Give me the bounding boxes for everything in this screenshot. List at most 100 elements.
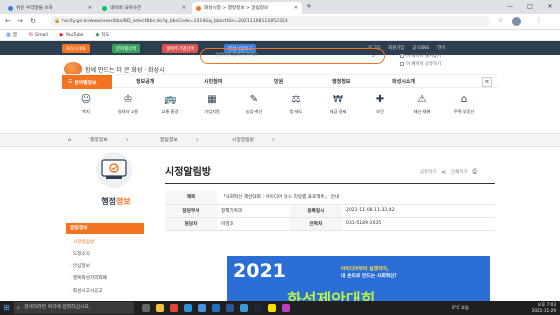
share-icon[interactable]: ⋖ — [441, 169, 446, 176]
sns-link[interactable]: 공식SNS — [412, 45, 429, 51]
store-icon[interactable] — [198, 304, 206, 312]
menu-item-info-open[interactable]: 정보공개 — [136, 75, 154, 89]
quick-link-traffic[interactable]: 🚌 교통·환경 — [150, 94, 190, 115]
site-search-input[interactable]: 검색어를 입력해 주세요 — [200, 48, 385, 64]
photo-icon[interactable] — [282, 304, 290, 312]
mail-icon[interactable] — [212, 304, 220, 312]
menu-item-about[interactable]: 화성시소개 — [392, 75, 415, 89]
close-icon[interactable]: ✕ — [88, 5, 92, 11]
site-link-button[interactable]: 생애주기별선택 — [162, 44, 199, 53]
all-menu-icon[interactable]: ≡ — [482, 77, 492, 87]
browser-tab[interactable]: 네이버 국어사전 ✕ — [98, 2, 190, 14]
tab-title: 화성시청 > 행정정보 > 알림정보 — [204, 6, 269, 11]
forward-icon[interactable]: → — [17, 17, 23, 25]
chevron-down-icon[interactable]: ▾ — [272, 134, 274, 148]
home-icon[interactable]: ⌂ — [68, 134, 71, 148]
tab-favicon-icon — [8, 5, 13, 11]
quick-link-tax[interactable]: ₩ 세금·경제 — [318, 94, 358, 115]
row-value: 이영호 — [217, 217, 290, 231]
close-window-button[interactable]: ✕ — [540, 0, 560, 14]
page-tools: 공유하기 ⋖ 인쇄하기 ⎙ — [420, 168, 477, 176]
new-tab-icon[interactable]: + — [306, 2, 312, 10]
reload-icon[interactable]: ↻ — [30, 17, 36, 25]
browser-tab-active[interactable]: 화성시청 > 행정정보 > 알림정보 ✕ — [192, 2, 302, 14]
language-link[interactable]: 언어 — [437, 45, 445, 51]
menu-item-civil[interactable]: 민원 — [274, 75, 283, 89]
row-value: 031-5189-2035 — [341, 217, 495, 231]
bookmarks-bar: ▦ 앱 ✉ Gmail ▶ YouTube ◆ 지도 — [0, 30, 560, 41]
browser-tab[interactable]: 쉬운 우리말을 쓰자 ✕ — [4, 2, 96, 14]
breadcrumb-item[interactable]: 행정정보 — [90, 134, 108, 148]
site-link-button[interactable]: 화성시대표 — [62, 44, 91, 53]
bookmark-item[interactable]: ▦ 앱 — [6, 32, 17, 38]
check-label: 이 페이지 즐겨찾기 — [406, 54, 442, 59]
chevron-down-icon[interactable]: ▾ — [126, 134, 128, 148]
quick-label: 일자리·고용 — [117, 109, 139, 114]
star-icon[interactable]: ☆ — [498, 17, 503, 24]
quick-link-welfare[interactable]: ☺ 복지 — [66, 94, 106, 115]
maximize-button[interactable]: □ — [520, 0, 540, 14]
quick-link-law[interactable]: ⚖ 법·제도 — [276, 94, 316, 115]
taskbar-search-input[interactable]: ⌕ 검색하려면 여기에 입력하십시오. — [14, 302, 134, 314]
quick-link-disaster[interactable]: ⚠ 재난·재해 — [402, 94, 442, 115]
apps-icon: ▦ — [6, 32, 11, 38]
steam-icon[interactable] — [254, 304, 262, 312]
table-row: 담당부서 정책기획과 등록일시 2021-11-08 11:32:42 — [165, 204, 495, 218]
menu-item-participation[interactable]: 시민참여 — [204, 75, 222, 89]
sidebar-item-safety[interactable]: · 안심정보 — [70, 263, 90, 269]
menu-item-admin[interactable]: 행정정보 — [332, 75, 350, 89]
law-icon: ⚖ — [291, 94, 301, 105]
quick-link-business[interactable]: ▦ 기업지원 — [192, 94, 232, 115]
category-menu-button[interactable]: ☰ 분야별정보 — [62, 75, 112, 89]
minimize-button[interactable]: — — [500, 0, 520, 14]
disaster-icon: ⚠ — [417, 94, 427, 105]
hwp-icon[interactable] — [240, 304, 248, 312]
weather-status[interactable]: 0°C 흐림 — [452, 305, 469, 311]
back-icon[interactable]: ← — [5, 17, 11, 25]
url-field[interactable]: 🔒 hscity.go.kr/www/user/bbs/BD_selectBbs… — [50, 16, 490, 27]
share-button[interactable]: 공유하기 — [420, 169, 436, 175]
explorer-icon[interactable] — [156, 304, 164, 312]
profile-avatar[interactable] — [512, 17, 521, 26]
word-icon[interactable] — [226, 304, 234, 312]
edge-icon[interactable] — [184, 304, 192, 312]
breadcrumb-item[interactable]: 알림정보 — [160, 134, 178, 148]
row-header: 등록일시 — [289, 204, 342, 218]
quick-link-job[interactable]: ♔ 일자리·고용 — [108, 94, 148, 115]
task-view-icon[interactable] — [142, 304, 150, 312]
kakao-icon[interactable] — [268, 304, 276, 312]
bookmark-item[interactable]: ◆ 지도 — [96, 32, 110, 38]
bookmark-item[interactable]: ▶ YouTube — [60, 32, 84, 38]
breadcrumb-item[interactable]: 시정알림방 — [232, 134, 254, 148]
welfare-icon: ☺ — [80, 94, 92, 105]
quick-link-agriculture[interactable]: ✎ 농업·축산 — [234, 94, 274, 115]
sidebar-item-local-currency[interactable]: · 행복화성지역화폐 — [70, 275, 107, 281]
map-icon: ◆ — [95, 32, 100, 38]
browser-tab-strip: 쉬운 우리말을 쓰자 ✕ 네이버 국어사전 ✕ 화성시청 > 행정정보 > 알림… — [0, 0, 560, 14]
bookmark-item[interactable]: ✉ Gmail — [29, 32, 48, 38]
print-button[interactable]: 인쇄하기 — [451, 169, 467, 175]
close-icon[interactable]: ✕ — [182, 5, 186, 11]
print-icon[interactable]: ⎙ — [472, 168, 477, 176]
bookmark-page-check[interactable]: 이 페이지 즐겨찾기 — [400, 53, 441, 59]
browser-menu-icon[interactable]: ⋮ — [536, 17, 542, 24]
gmail-icon: ✉ — [28, 32, 33, 38]
quick-link-health[interactable]: ✚ 보건 — [360, 94, 400, 115]
sidebar-item-announcements[interactable]: · 화성시고시공고 — [70, 288, 103, 294]
windows-start-icon[interactable]: ⊞ — [3, 304, 10, 312]
search-icon[interactable]: ⌕ — [372, 52, 375, 60]
banner-headline: 화성제안대회 — [287, 290, 376, 302]
sidebar-item-notice[interactable]: · 시정알림방 — [70, 239, 94, 245]
close-icon[interactable]: ✕ — [294, 5, 298, 11]
sidebar-title-b: 정보 — [116, 197, 131, 206]
system-clock[interactable]: 오후 7:03 2021-11-29 — [532, 302, 556, 314]
signup-link[interactable]: 회원가입 — [388, 45, 404, 51]
sidebar-section-header[interactable]: 알림정보 — [66, 223, 144, 234]
chrome-icon[interactable] — [170, 304, 178, 312]
quick-link-housing[interactable]: ⌂ 주택·부동산 — [444, 94, 484, 115]
site-link-button[interactable]: 분야별선택 — [112, 44, 141, 53]
share-page-check[interactable]: 이 페이지 공유하기 — [400, 61, 441, 67]
row-header: 담당자 — [165, 217, 217, 231]
chevron-down-icon[interactable]: ▾ — [196, 134, 198, 148]
sidebar-item-province-news[interactable]: · 도정소식 — [70, 251, 90, 257]
